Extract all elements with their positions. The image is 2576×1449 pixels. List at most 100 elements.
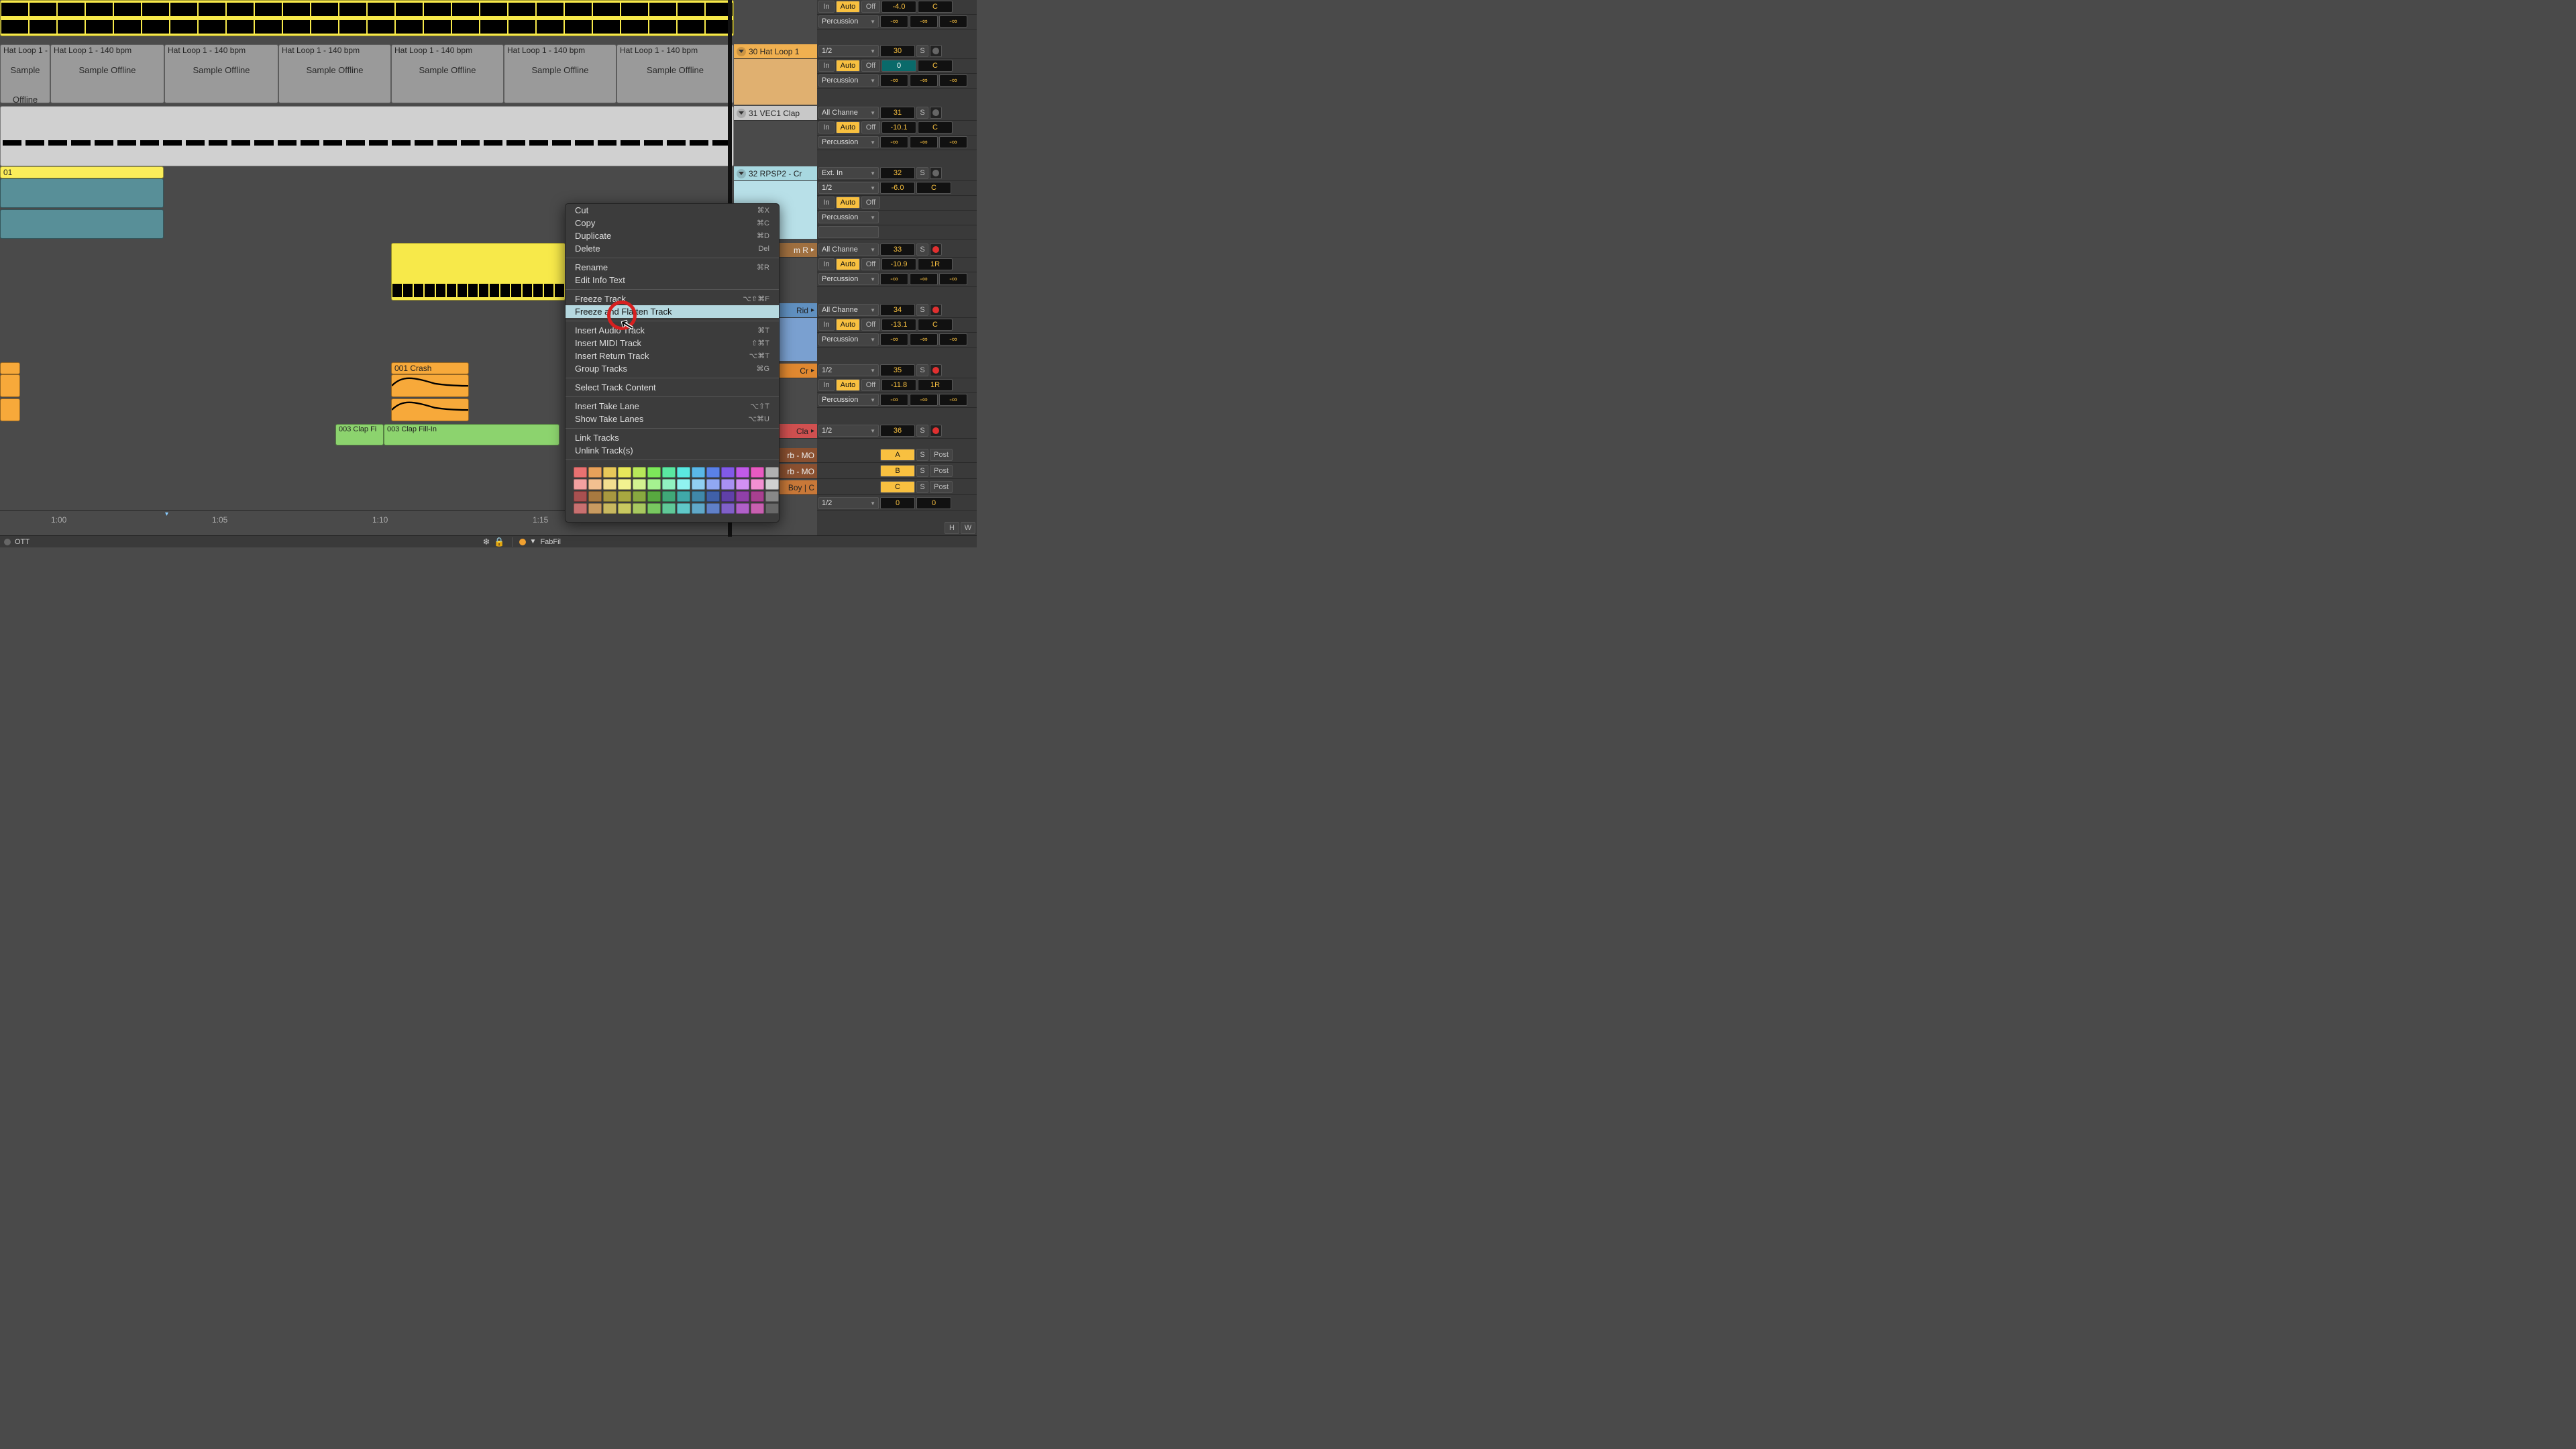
midi-clip-clap[interactable] [0, 106, 734, 166]
color-swatch[interactable] [603, 491, 616, 502]
record-arm-button[interactable] [930, 304, 942, 316]
device-enable-icon[interactable] [519, 539, 526, 545]
menu-insert-audio-track[interactable]: Insert Audio Track⌘T [566, 324, 779, 337]
color-swatch[interactable] [765, 479, 779, 490]
volume-value[interactable]: -11.8 [881, 379, 916, 391]
color-swatch[interactable] [603, 503, 616, 514]
send-label[interactable]: B [880, 465, 915, 477]
track-number[interactable]: 30 [880, 45, 915, 57]
monitor-in-button[interactable]: In [818, 258, 835, 270]
clip-clap-fillin[interactable]: 003 Clap Fill-In [384, 424, 559, 445]
monitor-off-button[interactable]: Off [861, 319, 880, 331]
color-swatch[interactable] [721, 479, 735, 490]
menu-cut[interactable]: Cut⌘X [566, 204, 779, 217]
clip-hat-loop[interactable]: Hat Loop 1 - 140 bpm Sample Offline [0, 44, 50, 103]
color-swatch[interactable] [765, 467, 779, 478]
color-swatch[interactable] [677, 491, 690, 502]
volume-value[interactable]: -13.1 [881, 319, 916, 331]
track-header[interactable]: 30 Hat Loop 1 [734, 44, 817, 59]
color-swatch[interactable] [647, 491, 661, 502]
menu-link-tracks[interactable]: Link Tracks [566, 431, 779, 444]
io-dropdown[interactable]: All Channe▼ [818, 107, 879, 119]
send-value[interactable]: -∞ [939, 394, 967, 406]
volume-value[interactable]: 0 [881, 60, 916, 72]
color-swatch[interactable] [633, 503, 646, 514]
color-swatch[interactable] [662, 503, 676, 514]
midi-clip[interactable] [391, 243, 566, 301]
pan-value[interactable]: C [918, 60, 953, 72]
send-value[interactable]: -∞ [939, 273, 967, 285]
solo-button[interactable]: S [916, 244, 928, 256]
audio-region[interactable] [391, 374, 469, 397]
color-swatch[interactable] [706, 479, 720, 490]
track-number[interactable]: 36 [880, 425, 915, 437]
track-number[interactable]: 35 [880, 364, 915, 376]
send-value[interactable]: -∞ [880, 273, 908, 285]
solo-button[interactable]: S [916, 45, 928, 57]
solo-button[interactable]: S [916, 481, 928, 493]
color-swatch[interactable] [647, 479, 661, 490]
send-value[interactable]: -∞ [880, 74, 908, 87]
menu-freeze-and-flatten-track[interactable]: Freeze and Flatten Track [566, 305, 779, 318]
record-arm-button[interactable] [930, 107, 942, 119]
send-value[interactable]: -∞ [880, 333, 908, 345]
menu-freeze-track[interactable]: Freeze Track⌥⇧⌘F [566, 292, 779, 305]
category-dropdown[interactable]: Percussion▼ [818, 211, 879, 223]
menu-select-track-content[interactable]: Select Track Content [566, 381, 779, 394]
device-name[interactable]: FabFil [540, 538, 561, 546]
category-dropdown[interactable]: Percussion▼ [818, 333, 879, 345]
color-swatch[interactable] [588, 503, 602, 514]
color-swatch[interactable] [692, 479, 705, 490]
menu-rename[interactable]: Rename⌘R [566, 261, 779, 274]
w-button[interactable]: W [961, 522, 975, 534]
send-value[interactable]: -∞ [939, 74, 967, 87]
color-swatch[interactable] [618, 467, 631, 478]
category-dropdown[interactable]: Percussion▼ [818, 394, 879, 406]
midi-clip[interactable] [0, 0, 734, 36]
send-value[interactable]: -∞ [910, 333, 938, 345]
send-label[interactable]: A [880, 449, 915, 461]
menu-insert-take-lane[interactable]: Insert Take Lane⌥⇧T [566, 400, 779, 413]
color-swatch[interactable] [662, 467, 676, 478]
color-swatch[interactable] [574, 479, 587, 490]
color-swatch[interactable] [692, 503, 705, 514]
monitor-off-button[interactable]: Off [861, 1, 880, 13]
lock-icon[interactable]: 🔒 [494, 537, 504, 547]
color-swatch[interactable] [721, 503, 735, 514]
monitor-in-button[interactable]: In [818, 197, 835, 209]
color-swatch[interactable] [751, 467, 764, 478]
io-dropdown[interactable]: 1/2▼ [818, 425, 879, 437]
monitor-auto-button[interactable]: Auto [836, 379, 860, 391]
color-swatch[interactable] [677, 467, 690, 478]
color-swatch[interactable] [603, 479, 616, 490]
color-swatch[interactable] [736, 503, 749, 514]
menu-unlink-tracks[interactable]: Unlink Track(s) [566, 444, 779, 457]
monitor-off-button[interactable]: Off [861, 197, 880, 209]
track-number[interactable]: 34 [880, 304, 915, 316]
io-dropdown[interactable]: All Channe▼ [818, 244, 879, 256]
color-swatch[interactable] [706, 491, 720, 502]
monitor-in-button[interactable]: In [818, 379, 835, 391]
io-dropdown[interactable]: 1/2▼ [818, 497, 879, 509]
track-number[interactable]: 33 [880, 244, 915, 256]
solo-button[interactable]: S [916, 304, 928, 316]
clip-hat-loop[interactable]: Hat Loop 1 - 140 bpm Sample Offline [391, 44, 504, 103]
clip-hat-loop[interactable]: Hat Loop 1 - 140 bpm Sample Offline [504, 44, 616, 103]
color-swatch[interactable] [721, 491, 735, 502]
monitor-off-button[interactable]: Off [861, 258, 880, 270]
audio-region[interactable] [0, 178, 164, 208]
monitor-auto-button[interactable]: Auto [836, 121, 860, 133]
monitor-off-button[interactable]: Off [861, 379, 880, 391]
color-swatch[interactable] [588, 491, 602, 502]
audio-region[interactable] [0, 209, 164, 239]
color-swatch[interactable] [692, 491, 705, 502]
solo-button[interactable]: S [916, 465, 928, 477]
pan-value[interactable]: 1R [918, 379, 953, 391]
send-value[interactable]: -∞ [880, 15, 908, 28]
solo-button[interactable]: S [916, 425, 928, 437]
color-swatch[interactable] [706, 467, 720, 478]
menu-duplicate[interactable]: Duplicate⌘D [566, 229, 779, 242]
send-value[interactable]: -∞ [910, 136, 938, 148]
chevron-down-icon[interactable]: ▼ [530, 538, 537, 545]
audio-region[interactable] [0, 374, 20, 397]
